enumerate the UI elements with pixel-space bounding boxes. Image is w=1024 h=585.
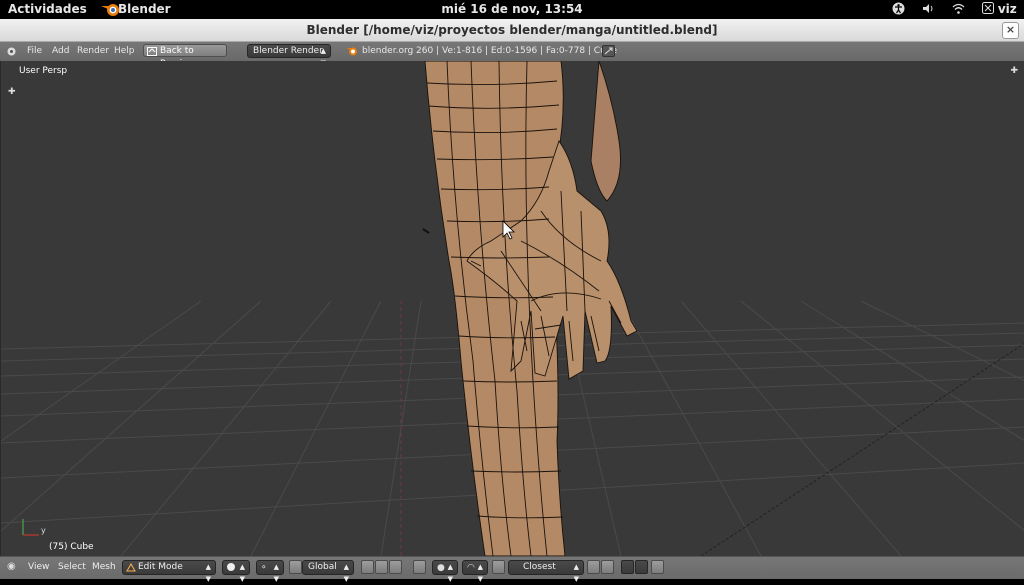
proportional-falloff-select[interactable]: ◠ ▲ ▼: [462, 560, 488, 583]
pivot-point-select[interactable]: ⚬ ▲ ▼: [256, 560, 284, 583]
info-header: File Add Render Help Back to Previous Bl…: [0, 42, 1024, 69]
user-menu[interactable]: viz: [982, 2, 1017, 17]
wifi-icon[interactable]: [952, 2, 965, 19]
vertex-select-icon[interactable]: [361, 560, 374, 574]
accessibility-icon[interactable]: [892, 2, 905, 19]
limit-selection-icon[interactable]: [413, 560, 426, 574]
mode-select[interactable]: Edit Mode ▲ ▼: [122, 560, 216, 583]
close-session-icon: [982, 2, 994, 14]
window-title: Blender [/home/viz/proyectos blender/man…: [306, 23, 718, 37]
layer-toggle-icon[interactable]: [651, 560, 664, 574]
render-engine-value: Blender Render: [253, 46, 323, 56]
snap-align-icon[interactable]: [587, 560, 600, 574]
back-to-previous-button[interactable]: Back to Previous: [143, 44, 227, 69]
solid-shading-icon: [227, 563, 235, 571]
menu-help[interactable]: Help: [114, 46, 135, 57]
menu-render[interactable]: Render: [77, 46, 109, 57]
scene-stats: blender.org 260 | Ve:1-816 | Ed:0-1596 |…: [362, 46, 618, 56]
updown-arrows-icon: ▲▼: [205, 563, 211, 583]
properties-toggle-icon[interactable]: ✚: [1010, 66, 1018, 76]
snap-project-icon[interactable]: [601, 560, 614, 574]
snap-toggle-icon[interactable]: [492, 560, 505, 574]
viewport-scene: [1, 61, 1024, 556]
editor-type-3d-icon[interactable]: ◉: [7, 561, 16, 572]
opengl-render-icon[interactable]: [621, 560, 634, 574]
menu-select[interactable]: Select: [58, 562, 86, 573]
editor-type-icon[interactable]: [5, 45, 18, 58]
window-close-button[interactable]: ×: [1002, 22, 1019, 39]
menu-mesh[interactable]: Mesh: [92, 562, 116, 573]
viewport-shading-select[interactable]: ▲ ▼: [222, 560, 250, 583]
menu-file[interactable]: File: [27, 46, 42, 57]
render-engine-select[interactable]: Blender Render ▲▼: [247, 44, 331, 67]
toolshelf-toggle-icon[interactable]: ✚: [8, 87, 16, 97]
edge-select-icon[interactable]: [375, 560, 388, 574]
screen-back-icon: [147, 47, 157, 56]
snap-target-select[interactable]: Closest ▲ ▼: [508, 560, 584, 583]
clock[interactable]: mié 16 de nov, 13:54: [0, 2, 1024, 17]
snap-target-value: Closest: [523, 562, 556, 572]
fullscreen-toggle-icon[interactable]: [602, 45, 615, 57]
blender-logo-small-icon: [346, 45, 358, 60]
axis-y-label: y: [41, 526, 46, 535]
3d-view-header: ◉ View Select Mesh Edit Mode ▲ ▼ ▲ ▼ ⚬ ▲ ▼ …: [0, 556, 1024, 583]
pivot-icon: ⚬: [260, 563, 268, 573]
view-name-label: User Persp: [19, 66, 68, 76]
manipulator-toggle-icon[interactable]: [289, 560, 302, 574]
falloff-icon: ◠: [467, 563, 475, 573]
system-top-bar: Actividades Blender mié 16 de nov, 13:54…: [0, 0, 1024, 19]
proportional-icon: ●: [437, 563, 445, 573]
user-name: viz: [997, 2, 1017, 16]
character-mesh: [424, 61, 638, 556]
object-label: (75) Cube: [49, 542, 94, 552]
transform-orientation-select[interactable]: Global ▲ ▼: [302, 560, 354, 583]
volume-icon[interactable]: [922, 2, 935, 19]
edit-mode-icon: [126, 563, 136, 572]
opengl-animation-icon[interactable]: [635, 560, 648, 574]
menu-view[interactable]: View: [28, 562, 49, 573]
mode-value: Edit Mode: [138, 562, 183, 572]
menu-add[interactable]: Add: [52, 46, 69, 57]
face-select-icon[interactable]: [389, 560, 402, 574]
3d-viewport[interactable]: User Persp ✚ ✚ y (75) Cube: [0, 61, 1024, 556]
window-title-bar[interactable]: Blender [/home/viz/proyectos blender/man…: [0, 19, 1024, 42]
proportional-edit-select[interactable]: ● ▲ ▼: [432, 560, 458, 583]
orientation-value: Global: [308, 562, 337, 572]
